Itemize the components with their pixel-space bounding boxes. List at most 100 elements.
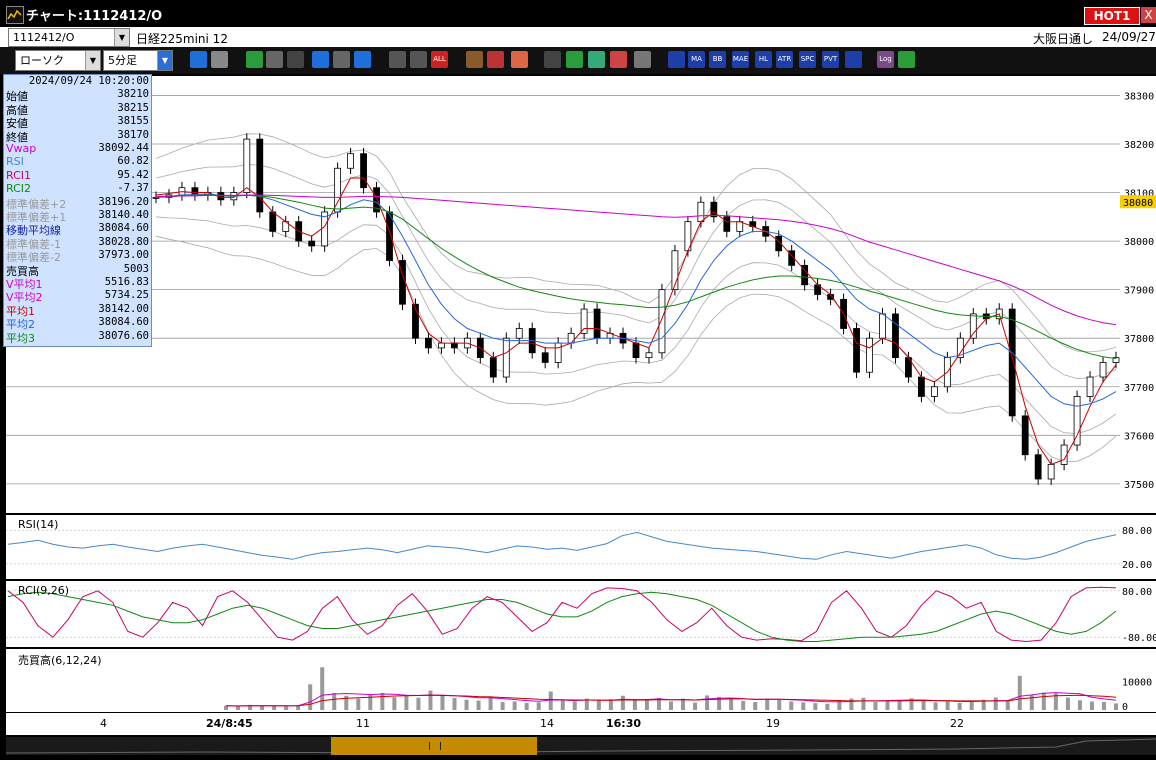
volume-bar <box>440 694 445 710</box>
atr-icon[interactable]: ATR <box>776 51 793 68</box>
cursor-icon[interactable] <box>287 51 304 68</box>
volume-bar <box>753 702 758 710</box>
brush-icon[interactable] <box>487 51 504 68</box>
magnify-icon[interactable] <box>566 51 583 68</box>
time-scrollbar[interactable] <box>6 737 1156 755</box>
rci-panel[interactable]: RCI(9,26) <box>6 581 1120 647</box>
legend-row: V平均2 5734.25 <box>4 289 151 304</box>
x-tick-label: 14 <box>540 717 554 730</box>
volume-bar <box>320 667 325 710</box>
volume-panel[interactable]: 売買高(6,12,24) <box>6 649 1120 712</box>
candle-icon[interactable] <box>389 51 406 68</box>
gear-icon[interactable] <box>466 51 483 68</box>
legend-row: 平均2 38084.60 <box>4 316 151 331</box>
pvt-icon[interactable]: PVT <box>822 51 839 68</box>
export-icon[interactable] <box>898 51 915 68</box>
zoom-icon[interactable] <box>190 51 207 68</box>
volume-axis: 10000 0 <box>1120 649 1156 712</box>
chevron-down-icon[interactable]: ▼ <box>85 51 100 70</box>
legend-value: 38142.00 <box>98 302 149 315</box>
hot-badge[interactable]: HOT1 <box>1084 7 1140 25</box>
legend-label: RCI1 <box>6 168 32 182</box>
price-chart[interactable] <box>6 76 1120 513</box>
price-chart-panel[interactable] <box>6 76 1120 513</box>
legend-row: 標準偏差-1 38028.80 <box>4 236 151 251</box>
legend-value: 38084.60 <box>98 316 149 329</box>
volume-bar <box>1005 700 1010 710</box>
palette-icon[interactable] <box>511 51 528 68</box>
volume-bar <box>644 700 649 710</box>
series-line <box>156 194 1117 326</box>
candle <box>1073 396 1081 446</box>
volume-bar <box>524 702 529 710</box>
bars-icon[interactable] <box>588 51 605 68</box>
candle <box>1047 464 1055 480</box>
candle <box>1099 362 1107 378</box>
info-icon[interactable] <box>634 51 651 68</box>
mae-icon[interactable]: MAE <box>732 51 749 68</box>
volume-bar <box>849 698 854 710</box>
y-tick-label: 80.00 <box>1122 526 1152 537</box>
y-tick-label: -80.00 <box>1122 633 1156 644</box>
interval-select[interactable]: 5分足 ▼ <box>103 50 173 71</box>
window-icon[interactable] <box>845 51 862 68</box>
y-tick-label: 20.00 <box>1122 560 1152 571</box>
trash-icon[interactable] <box>354 51 371 68</box>
legend-row: 標準偏差+2 38196.20 <box>4 195 151 211</box>
volume-bar <box>945 701 950 710</box>
candle <box>853 328 860 373</box>
undo-icon[interactable] <box>312 51 329 68</box>
delete-all-icon[interactable]: ALL <box>431 51 448 68</box>
bb-icon[interactable]: BB <box>709 51 726 68</box>
hand-icon[interactable] <box>544 51 561 68</box>
candle <box>580 308 588 334</box>
y-tick-label: 38300 <box>1124 91 1154 102</box>
text-icon[interactable] <box>668 51 685 68</box>
legend-value: 37973.00 <box>98 249 149 262</box>
volume-bar <box>332 692 337 710</box>
volume-bar <box>1114 703 1118 710</box>
pencil-icon[interactable] <box>246 51 263 68</box>
ruler-icon[interactable] <box>410 51 427 68</box>
x-tick-label: 16:30 <box>606 717 642 730</box>
candle <box>866 337 873 373</box>
symbol-select[interactable]: 1112412/O ▼ <box>8 28 130 47</box>
split-icon[interactable] <box>610 51 627 68</box>
window-title: チャート:1112412/O <box>26 9 163 24</box>
line-tool-icon[interactable] <box>266 51 283 68</box>
app-icon <box>6 6 24 24</box>
chart-type-value: ローソク <box>20 54 64 67</box>
chevron-down-icon[interactable]: ▼ <box>114 29 129 46</box>
legend-datetime-row: 2024/09/24 10:20:00 <box>4 75 151 88</box>
date-label: 24/09/27 <box>1102 30 1156 44</box>
legend-row: 高値 38215 <box>4 102 151 117</box>
scrollbar-thumb[interactable] <box>331 737 537 755</box>
rsi-panel[interactable]: RSI(14) <box>6 515 1120 579</box>
ma-icon[interactable]: MA <box>688 51 705 68</box>
volume-bar <box>428 690 433 710</box>
rsi-axis: 80.00 20.00 <box>1120 515 1156 579</box>
volume-bar <box>1065 697 1070 710</box>
chevron-down-icon[interactable]: ▼ <box>157 51 172 70</box>
volume-bar <box>777 700 782 710</box>
note-icon[interactable] <box>333 51 350 68</box>
legend-value: 95.42 <box>117 168 149 181</box>
volume-panel-label: 売買高(6,12,24) <box>18 654 102 667</box>
time-axis: 4 24/8:45 11 14 16:30 19 22 <box>6 713 1156 735</box>
candle <box>930 386 938 397</box>
legend-row: Vwap 38092.44 <box>4 142 151 155</box>
legend-row: RSI 60.82 <box>4 155 151 168</box>
chart-type-select[interactable]: ローソク ▼ <box>15 50 101 71</box>
hl-icon[interactable]: HL <box>755 51 772 68</box>
candle <box>710 201 718 218</box>
spc-icon[interactable]: SPC <box>799 51 816 68</box>
legend-row: 平均3 38076.60 <box>4 330 151 345</box>
log-icon[interactable]: Log <box>877 51 894 68</box>
volume-bar <box>813 703 818 710</box>
candle <box>892 313 899 359</box>
crosshair-icon[interactable] <box>211 51 228 68</box>
legend-value: 38196.20 <box>98 195 149 208</box>
candle <box>541 352 549 363</box>
close-button[interactable]: X <box>1141 7 1156 23</box>
y-tick-label: 37600 <box>1124 431 1154 442</box>
